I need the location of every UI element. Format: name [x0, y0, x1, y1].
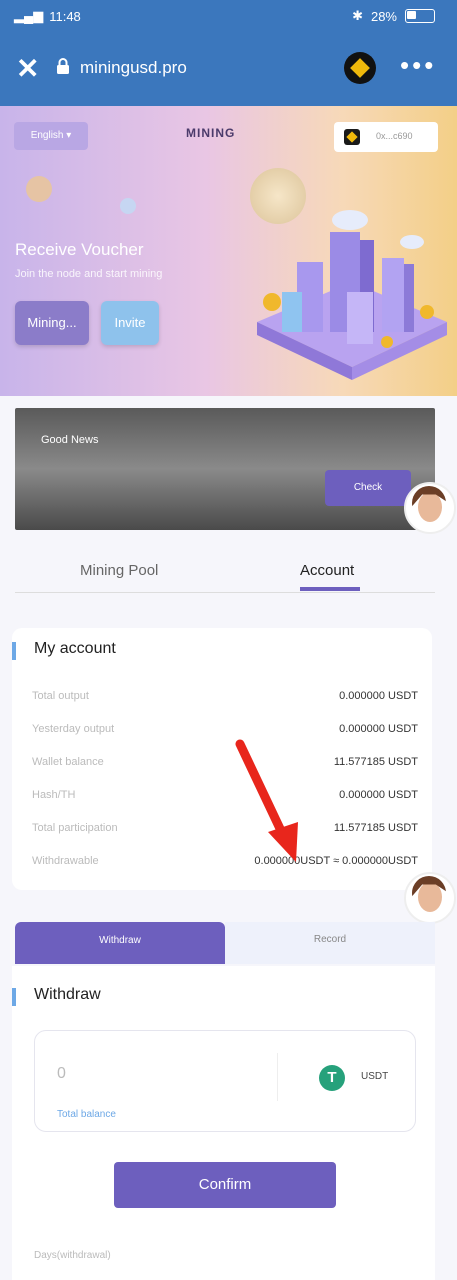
tether-icon: T — [319, 1065, 345, 1091]
days-note: Days(withdrawal) — [34, 1250, 111, 1261]
withdraw-card: Withdraw 0 T USDT Total balance Confirm … — [12, 966, 435, 1280]
amount-input[interactable]: 0 — [57, 1065, 66, 1083]
withdraw-amount-field[interactable]: 0 T USDT Total balance — [34, 1030, 416, 1132]
total-balance-link[interactable]: Total balance — [57, 1109, 116, 1120]
withdraw-record-tabs: Withdraw Record — [15, 922, 435, 964]
currency-label: USDT — [361, 1071, 389, 1082]
tab-record[interactable]: Record — [225, 922, 435, 964]
withdraw-title: Withdraw — [34, 986, 101, 1003]
tab-withdraw[interactable]: Withdraw — [15, 922, 225, 964]
field-divider — [277, 1053, 278, 1101]
section-marker — [12, 988, 16, 1006]
confirm-button[interactable]: Confirm — [114, 1162, 336, 1208]
